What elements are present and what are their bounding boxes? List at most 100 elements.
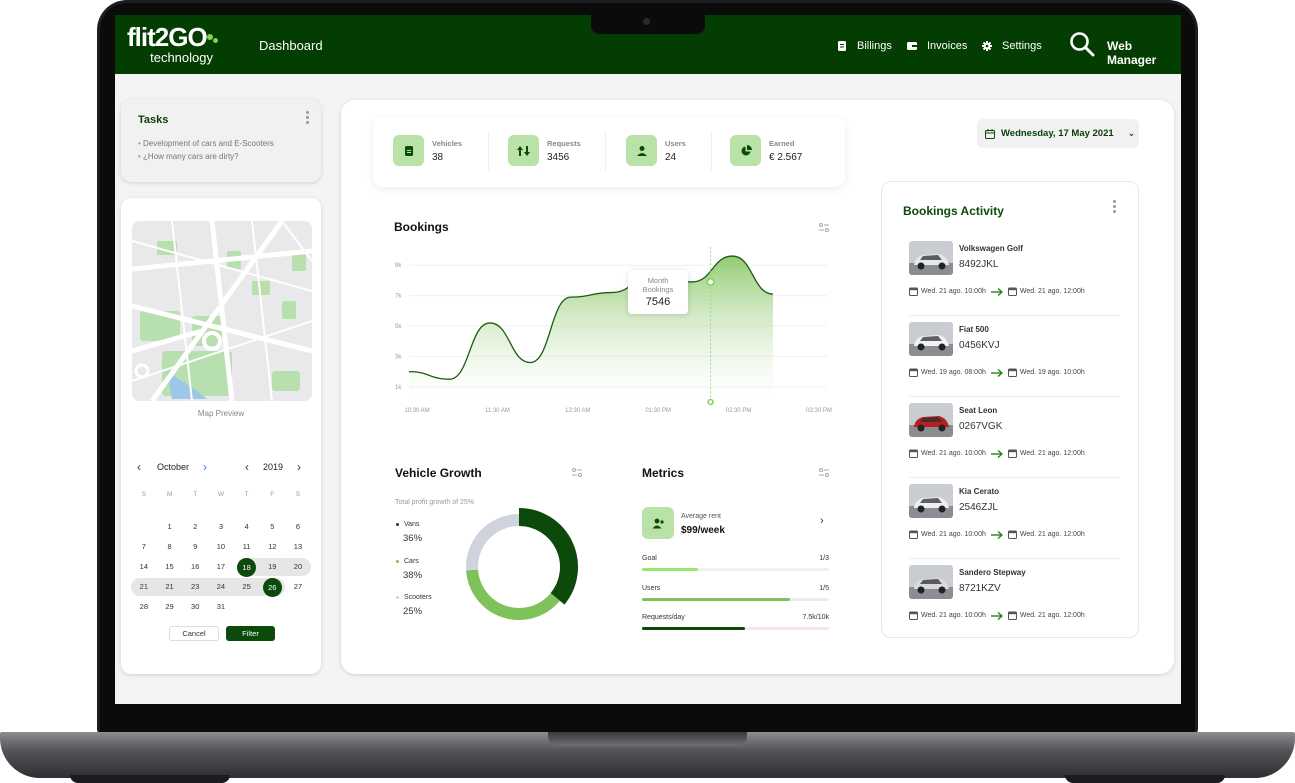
map-preview[interactable] [132, 221, 312, 401]
calendar-icon [909, 530, 918, 539]
next-year-icon[interactable]: › [297, 460, 301, 474]
booking-item[interactable]: Seat Leon 0267VGK Wed. 21 ago. 10:00h Wed. … [909, 403, 1120, 478]
booking-item[interactable]: Fiat 500 0456KVJ Wed. 19 ago. 08:00h Wed. 1… [909, 322, 1120, 397]
calendar-day[interactable]: 20 [285, 558, 311, 576]
calendar-day[interactable]: 3 [208, 518, 234, 536]
donut-slice-cars[interactable] [466, 569, 560, 620]
calendar-day[interactable]: 25 [234, 578, 260, 596]
calendar-day[interactable]: 11 [234, 538, 260, 556]
calendar-day[interactable]: 16 [182, 558, 208, 576]
stat-earned[interactable]: Earned € 2.567 [730, 135, 802, 166]
filter-button[interactable]: Filter [226, 626, 275, 641]
booking-item[interactable]: Kia Cerato 2546ZJL Wed. 21 ago. 10:00h Wed.… [909, 484, 1120, 559]
task-item[interactable]: Development of cars and E-Scooters [138, 137, 274, 150]
calendar-day[interactable]: 21 [157, 578, 183, 596]
y-tick-label: 7k [395, 294, 402, 300]
stat-vehicles[interactable]: Vehicles 38 [393, 135, 462, 166]
calendar-day[interactable]: 5 [259, 518, 285, 536]
average-rent-label: Average rent [681, 513, 721, 520]
calendar-day[interactable]: 23 [182, 578, 208, 596]
car-name: Fiat 500 [959, 325, 989, 334]
car-thumbnail [909, 403, 953, 437]
user-menu[interactable]: Web Manager [1107, 39, 1181, 67]
calendar-day[interactable]: 12 [259, 538, 285, 556]
calendar-day[interactable]: 30 [182, 598, 208, 616]
calendar-day[interactable]: 17 [208, 558, 234, 576]
nav-settings[interactable]: Settings [982, 40, 1042, 52]
selected-day[interactable]: 18 [237, 558, 257, 577]
calendar-day[interactable]: 29 [157, 598, 183, 616]
weekday-label: S [141, 491, 147, 498]
average-rent-row[interactable]: Average rent $99/week › [642, 507, 830, 539]
tasks-more-icon[interactable] [306, 111, 309, 124]
nav-billings[interactable]: Billings [837, 40, 892, 52]
calendar-day[interactable]: 9 [182, 538, 208, 556]
booking-item[interactable]: Volkswagen Golf 8492JKL Wed. 21 ago. 10:00… [909, 241, 1120, 316]
activity-more-icon[interactable] [1113, 200, 1116, 213]
calendar-day[interactable]: 15 [157, 558, 183, 576]
calendar-day[interactable]: 14 [131, 558, 157, 576]
legend-name: Vans [396, 521, 422, 528]
task-item[interactable]: ¿How many cars are dirty? [138, 150, 274, 163]
car-thumbnail [909, 565, 953, 599]
stat-users[interactable]: Users 24 [626, 135, 686, 166]
tooltip-value: 7546 [645, 296, 671, 308]
bookings-filter-icon[interactable] [819, 223, 829, 232]
calendar-day[interactable]: 13 [285, 538, 311, 556]
calendar-day[interactable]: 24 [208, 578, 234, 596]
car-plate: 2546ZJL [959, 502, 998, 513]
calendar-day[interactable]: 4 [234, 518, 260, 536]
stat-label: Users [665, 138, 686, 148]
highlight-point[interactable] [706, 277, 715, 286]
stat-label: Earned [769, 138, 795, 148]
calendar-day[interactable]: 27 [285, 578, 311, 596]
booking-item[interactable]: Sandero Stepway 8721KZV Wed. 21 ago. 10:00… [909, 565, 1120, 640]
calendar-day[interactable]: 6 [285, 518, 311, 536]
stat-requests[interactable]: Requests 3456 [508, 135, 581, 166]
cancel-button[interactable]: Cancel [169, 626, 219, 641]
stat-label: Vehicles [432, 138, 463, 148]
highlight-base-point [707, 398, 714, 406]
prev-year-icon[interactable]: ‹ [245, 460, 249, 474]
prev-month-icon[interactable]: ‹ [137, 460, 141, 474]
car-thumbnail [909, 484, 953, 518]
chart-tooltip: Month Bookings 7546 [628, 270, 688, 314]
calendar-day[interactable]: 8 [157, 538, 183, 556]
donut-slice-scooters[interactable] [466, 514, 520, 571]
calendar-day[interactable]: 18 [234, 558, 260, 577]
logo[interactable]: flit2GO technology [127, 23, 225, 65]
y-tick-label: 5k [395, 324, 402, 330]
pie-icon [730, 135, 761, 166]
calendar-day[interactable]: 28 [131, 598, 157, 616]
calendar-day[interactable]: 21 [131, 578, 157, 596]
search-icon[interactable] [1069, 31, 1095, 57]
calendar-icon [909, 611, 918, 620]
car-plate: 8721KZV [959, 583, 1001, 594]
metrics-filter-icon[interactable] [819, 468, 829, 477]
metrics-title: Metrics [642, 466, 685, 480]
main-panel: Vehicles 38 Requests 3456 Users 24 Earned € … [341, 100, 1174, 674]
calendar-day[interactable]: 7 [131, 538, 157, 556]
donut-slice-vans[interactable] [518, 508, 578, 605]
calendar-day[interactable]: 26 [259, 578, 285, 597]
user-icon [626, 135, 657, 166]
chevron-right-icon[interactable]: › [820, 515, 824, 527]
selected-day[interactable]: 26 [262, 578, 282, 597]
calendar-day[interactable]: 31 [208, 598, 234, 616]
booking-times: Wed. 21 ago. 10:00h Wed. 21 ago. 12:00h [909, 448, 1120, 458]
bookings-activity-card: Bookings Activity Volkswagen Golf 8492JKL… [881, 181, 1139, 638]
stat-divider [711, 131, 712, 171]
vehicle-growth-filter-icon[interactable] [572, 468, 582, 477]
calendar-day[interactable]: 1 [157, 518, 183, 536]
invoice-icon [907, 42, 917, 50]
logo-wordmark: flit2GO [127, 23, 225, 51]
nav-invoices[interactable]: Invoices [907, 40, 967, 52]
date-picker[interactable]: Wednesday, 17 May 2021 ⌄ [977, 119, 1139, 148]
nav-invoices-label: Invoices [927, 40, 968, 52]
calendar-day[interactable]: 19 [259, 558, 285, 576]
camera-notch [591, 14, 705, 34]
calendar-day[interactable]: 2 [182, 518, 208, 536]
next-month-icon[interactable]: › [203, 460, 207, 474]
stat-value: 38 [432, 151, 444, 163]
calendar-day[interactable]: 10 [208, 538, 234, 556]
